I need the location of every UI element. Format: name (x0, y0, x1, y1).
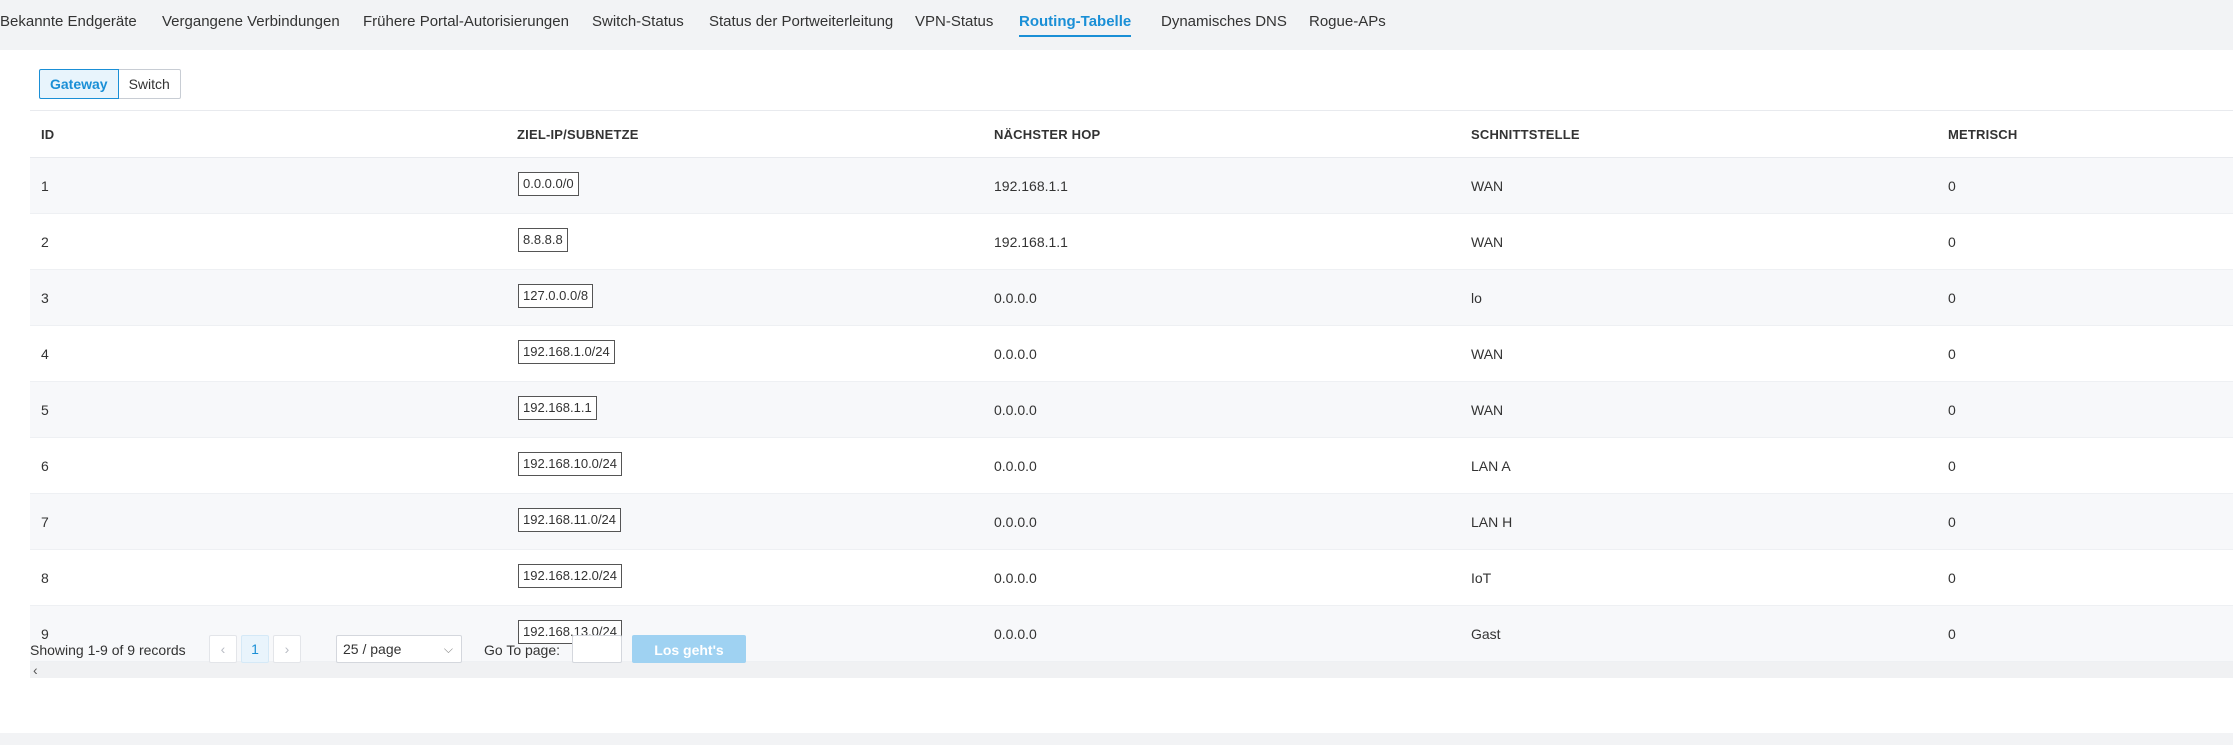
table-row[interactable]: 6 192.168.10.0/24 0.0.0.0 LAN A 0 (30, 438, 2233, 494)
cell-destination: 127.0.0.0/8 (518, 284, 594, 308)
cell-interface: IoT (1471, 570, 1492, 586)
header-destination[interactable]: ZIEL-IP/SUBNETZE (517, 127, 639, 142)
cell-destination: 192.168.1.0/24 (518, 340, 615, 364)
cell-metric: 0 (1948, 402, 1956, 418)
gateway-toggle-button[interactable]: Gateway (39, 69, 119, 99)
cell-id: 6 (41, 458, 49, 474)
cell-metric: 0 (1948, 234, 1956, 250)
cell-destination: 8.8.8.8 (518, 228, 568, 252)
cell-id: 2 (41, 234, 49, 250)
cell-metric: 0 (1948, 458, 1956, 474)
cell-interface: WAN (1471, 234, 1504, 250)
content-panel: Gateway Switch ID ZIEL-IP/SUBNETZE NÄCHS… (0, 50, 2233, 733)
page-1-button[interactable]: 1 (241, 635, 269, 663)
device-type-toggle: Gateway Switch (39, 69, 181, 99)
table-row[interactable]: 7 192.168.11.0/24 0.0.0.0 LAN H 0 (30, 494, 2233, 550)
table-row[interactable]: 8 192.168.12.0/24 0.0.0.0 IoT 0 (30, 550, 2233, 606)
bottom-band (0, 733, 2233, 745)
table-row[interactable]: 5 192.168.1.1 0.0.0.0 WAN 0 (30, 382, 2233, 438)
cell-interface: lo (1471, 290, 1482, 306)
cell-next-hop: 192.168.1.1 (994, 234, 1068, 250)
header-next-hop[interactable]: NÄCHSTER HOP (994, 127, 1100, 142)
cell-destination: 192.168.11.0/24 (518, 508, 622, 532)
chevron-down-icon: ⌵ (443, 642, 453, 656)
table-row[interactable]: 2 8.8.8.8 192.168.1.1 WAN 0 (30, 214, 2233, 270)
cell-id: 8 (41, 570, 49, 586)
tab-dynamisches-dns[interactable]: Dynamisches DNS (1161, 13, 1287, 30)
cell-interface: LAN H (1471, 514, 1513, 530)
cell-next-hop: 0.0.0.0 (994, 290, 1037, 306)
tab-vergangene-verbindungen[interactable]: Vergangene Verbindungen (162, 13, 340, 30)
prev-page-button[interactable]: ‹ (209, 635, 237, 663)
table-header: ID ZIEL-IP/SUBNETZE NÄCHSTER HOP SCHNITT… (30, 110, 2233, 158)
goto-page-label: Go To page: (484, 642, 561, 658)
cell-interface: WAN (1471, 402, 1504, 418)
cell-destination: 0.0.0.0/0 (518, 172, 579, 196)
cell-next-hop: 0.0.0.0 (994, 402, 1037, 418)
header-metric[interactable]: METRISCH (1948, 127, 2018, 142)
tab-rogue-aps[interactable]: Rogue-APs (1309, 13, 1386, 30)
tab-fruehere-portal-autorisierungen[interactable]: Frühere Portal-Autorisierungen (363, 13, 569, 30)
next-page-button[interactable]: › (273, 635, 301, 663)
cell-destination: 192.168.1.1 (518, 396, 597, 420)
table-row[interactable]: 3 127.0.0.0/8 0.0.0.0 lo 0 (30, 270, 2233, 326)
cell-metric: 0 (1948, 290, 1956, 306)
cell-next-hop: 0.0.0.0 (994, 458, 1037, 474)
cell-id: 3 (41, 290, 49, 306)
cell-next-hop: 0.0.0.0 (994, 570, 1037, 586)
tab-bekannte-endgeraete[interactable]: Bekannte Endgeräte (0, 13, 137, 30)
cell-id: 5 (41, 402, 49, 418)
records-count: Showing 1-9 of 9 records (30, 642, 186, 658)
tab-routing-tabelle[interactable]: Routing-Tabelle (1019, 13, 1132, 37)
page-size-select[interactable]: 25 / page ⌵ (336, 635, 462, 663)
goto-page-input[interactable] (572, 635, 622, 663)
tab-bar: Bekannte Endgeräte Vergangene Verbindung… (0, 0, 2233, 48)
cell-metric: 0 (1948, 346, 1956, 362)
cell-metric: 0 (1948, 178, 1956, 194)
cell-id: 7 (41, 514, 49, 530)
cell-metric: 0 (1948, 514, 1956, 530)
tab-vpn-status[interactable]: VPN-Status (915, 13, 993, 30)
header-id[interactable]: ID (41, 127, 54, 142)
cell-destination: 192.168.10.0/24 (518, 452, 622, 476)
cell-next-hop: 192.168.1.1 (994, 178, 1068, 194)
table-row[interactable]: 1 0.0.0.0/0 192.168.1.1 WAN 0 (30, 158, 2233, 214)
table-row[interactable]: 4 192.168.1.0/24 0.0.0.0 WAN 0 (30, 326, 2233, 382)
routing-table: ID ZIEL-IP/SUBNETZE NÄCHSTER HOP SCHNITT… (30, 110, 2233, 678)
cell-interface: LAN A (1471, 458, 1511, 474)
cell-interface: WAN (1471, 178, 1504, 194)
cell-destination: 192.168.12.0/24 (518, 564, 622, 588)
cell-interface: WAN (1471, 346, 1504, 362)
tab-status-portweiterleitung[interactable]: Status der Portweiterleitung (709, 13, 893, 30)
cell-next-hop: 0.0.0.0 (994, 346, 1037, 362)
cell-id: 1 (41, 178, 49, 194)
page-size-value: 25 / page (343, 641, 402, 657)
cell-next-hop: 0.0.0.0 (994, 514, 1037, 530)
cell-id: 4 (41, 346, 49, 362)
header-interface[interactable]: SCHNITTSTELLE (1471, 127, 1580, 142)
switch-toggle-button[interactable]: Switch (117, 69, 181, 99)
pagination-footer: Showing 1-9 of 9 records ‹ 1 › 25 / page… (30, 635, 2233, 665)
go-button[interactable]: Los geht's (632, 635, 746, 663)
cell-metric: 0 (1948, 570, 1956, 586)
tab-switch-status[interactable]: Switch-Status (592, 13, 684, 30)
